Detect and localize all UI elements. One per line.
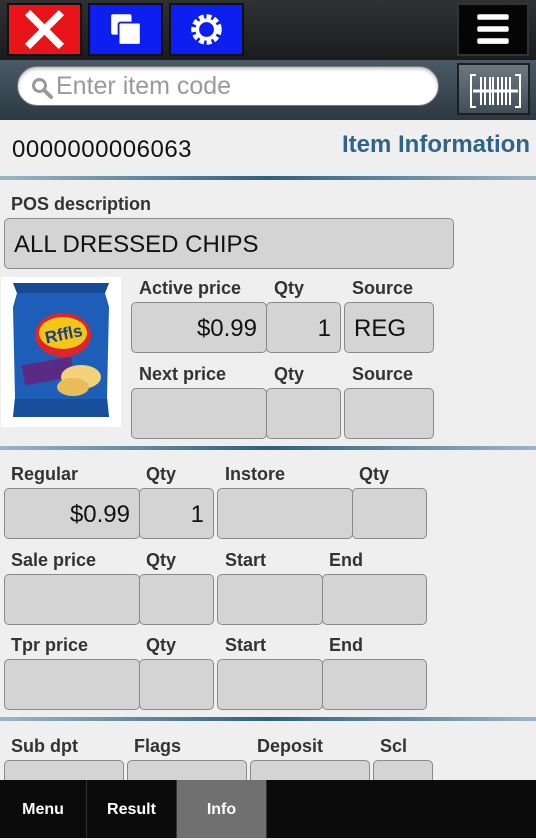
sale-qty-field[interactable] xyxy=(139,574,214,625)
sale-qty-label: Qty xyxy=(146,550,177,570)
tpr-qty-label: Qty xyxy=(146,635,177,655)
instore-qty-field[interactable] xyxy=(352,488,427,539)
bottom-nav: Menu Result Info xyxy=(0,780,536,838)
close-x-icon xyxy=(24,9,65,50)
gear-icon xyxy=(191,14,222,45)
tab-info[interactable]: Info xyxy=(177,780,267,838)
tpr-end-label: End xyxy=(329,635,363,655)
flags-label: Flags xyxy=(134,736,182,756)
search-icon xyxy=(32,78,53,99)
tpr-price-label: Tpr price xyxy=(11,635,89,655)
barcode-scan-icon xyxy=(470,74,521,108)
windows-button[interactable] xyxy=(88,3,163,56)
tpr-price-field[interactable] xyxy=(4,659,140,710)
scan-button[interactable] xyxy=(457,63,530,115)
next-qty-label: Qty xyxy=(274,364,305,384)
tpr-end-field[interactable] xyxy=(322,659,427,710)
menu-button[interactable] xyxy=(457,3,529,56)
scl-label: Scl xyxy=(380,736,408,756)
next-source-label: Source xyxy=(352,364,414,384)
next-qty-field[interactable] xyxy=(266,388,341,439)
next-price-label: Next price xyxy=(139,364,227,384)
windows-stack-icon xyxy=(111,14,142,46)
pos-description-field[interactable]: ALL DRESSED CHIPS xyxy=(4,218,454,269)
hamburger-menu-icon xyxy=(477,14,509,44)
tab-menu[interactable]: Menu xyxy=(0,780,87,838)
tpr-start-label: Start xyxy=(225,635,267,655)
chips-bag-image: Rffls xyxy=(13,283,109,417)
regular-qty-label: Qty xyxy=(146,464,177,484)
settings-button[interactable] xyxy=(169,3,244,56)
sale-start-field[interactable] xyxy=(217,574,323,625)
active-price-label: Active price xyxy=(139,278,242,298)
regular-qty-field[interactable]: 1 xyxy=(139,488,214,539)
sale-end-field[interactable] xyxy=(322,574,427,625)
sub-dpt-label: Sub dpt xyxy=(11,736,78,756)
divider xyxy=(0,176,536,180)
search-input[interactable] xyxy=(56,71,426,101)
tpr-qty-field[interactable] xyxy=(139,659,214,710)
sale-price-field[interactable] xyxy=(4,574,140,625)
sale-end-label: End xyxy=(329,550,363,570)
deposit-label: Deposit xyxy=(257,736,324,756)
sale-price-label: Sale price xyxy=(11,550,97,570)
section-title: Item Information xyxy=(342,131,531,158)
next-price-field[interactable] xyxy=(131,388,267,439)
active-source-label: Source xyxy=(352,278,414,298)
active-source-field[interactable]: REG xyxy=(344,302,434,353)
sale-start-label: Start xyxy=(225,550,267,570)
active-price-field[interactable]: $0.99 xyxy=(131,302,267,353)
regular-price-field[interactable]: $0.99 xyxy=(4,488,140,539)
search-bar xyxy=(0,60,536,120)
instore-price-field[interactable] xyxy=(217,488,353,539)
close-button[interactable] xyxy=(7,3,82,56)
instore-qty-label: Qty xyxy=(359,464,390,484)
top-toolbar xyxy=(0,0,536,60)
pos-description-label: POS description xyxy=(11,194,152,214)
active-qty-field[interactable]: 1 xyxy=(266,302,341,353)
regular-label: Regular xyxy=(11,464,79,484)
item-code: 0000000006063 xyxy=(12,136,193,163)
instore-label: Instore xyxy=(225,464,286,484)
divider xyxy=(0,446,536,450)
tab-result[interactable]: Result xyxy=(87,780,177,838)
tpr-start-field[interactable] xyxy=(217,659,323,710)
product-image: Rffls xyxy=(1,277,121,427)
next-source-field[interactable] xyxy=(344,388,434,439)
divider xyxy=(0,717,536,721)
active-qty-label: Qty xyxy=(274,278,305,298)
search-field[interactable] xyxy=(17,66,439,106)
